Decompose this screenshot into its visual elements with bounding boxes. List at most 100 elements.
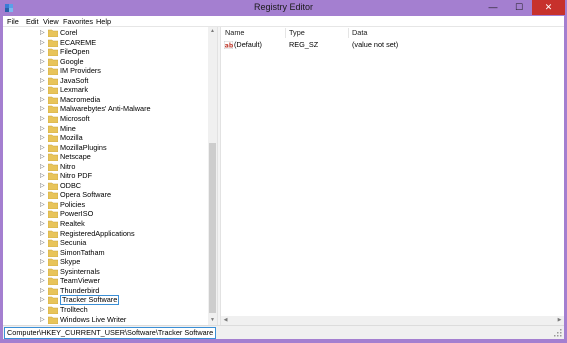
column-divider[interactable] <box>285 28 286 38</box>
folder-icon <box>48 278 58 286</box>
expand-arrow-icon[interactable]: ▷ <box>40 277 46 285</box>
tree-item[interactable]: ▷ Sysinternals <box>3 267 203 277</box>
expand-arrow-icon[interactable]: ▷ <box>40 163 46 171</box>
expand-arrow-icon[interactable]: ▷ <box>40 191 46 199</box>
folder-icon <box>48 58 58 66</box>
tree-item[interactable]: ▷ Thunderbird <box>3 286 203 296</box>
minimize-button[interactable]: — <box>480 0 506 15</box>
tree-item[interactable]: ▷ SimonTatham <box>3 248 203 258</box>
tree-vertical-scrollbar[interactable]: ▲ ▼ <box>208 27 217 325</box>
expand-arrow-icon[interactable]: ▷ <box>40 239 46 247</box>
scroll-left-arrow-icon[interactable]: ◀ <box>221 316 230 325</box>
expand-arrow-icon[interactable]: ▷ <box>40 201 46 209</box>
tree-item[interactable]: ▷ FileOpen <box>3 47 203 57</box>
expand-arrow-icon[interactable]: ▷ <box>40 67 46 75</box>
tree-item[interactable]: ▷ Policies <box>3 200 203 210</box>
expand-arrow-icon[interactable]: ▷ <box>40 115 46 123</box>
value-row[interactable]: ab (Default) REG_SZ (value not set) <box>221 40 564 50</box>
tree-item[interactable]: ▷ PowerISO <box>3 209 203 219</box>
expand-arrow-icon[interactable]: ▷ <box>40 182 46 190</box>
tree-item[interactable]: ▷ Google <box>3 57 203 67</box>
tree-item[interactable]: ▷ Nitro <box>3 162 203 172</box>
expand-arrow-icon[interactable]: ▷ <box>40 230 46 238</box>
tree-item[interactable]: ▷ TeamViewer <box>3 276 203 286</box>
expand-arrow-icon[interactable]: ▷ <box>40 48 46 56</box>
expand-arrow-icon[interactable]: ▷ <box>40 86 46 94</box>
tree-scroll-thumb[interactable] <box>209 143 216 313</box>
folder-icon <box>48 39 58 47</box>
folder-icon <box>48 96 58 104</box>
expand-arrow-icon[interactable]: ▷ <box>40 268 46 276</box>
expand-arrow-icon[interactable]: ▷ <box>40 220 46 228</box>
values-list[interactable]: Name Type Data ab (Default) REG_SZ (valu… <box>221 27 564 325</box>
tree-item[interactable]: ▷ MozillaPlugins <box>3 143 203 153</box>
tree-item[interactable]: ▷ IM Providers <box>3 66 203 76</box>
tree-item-label: Thunderbird <box>60 285 100 295</box>
folder-icon <box>48 144 58 152</box>
expand-arrow-icon[interactable]: ▷ <box>40 296 46 304</box>
tree-item-label: RegisteredApplications <box>60 228 135 238</box>
tree-item[interactable]: ▷ Corel <box>3 28 203 38</box>
title-bar[interactable]: Registry Editor — ☐ ✕ <box>0 0 567 16</box>
menu-file[interactable]: File <box>7 17 19 26</box>
menu-help[interactable]: Help <box>96 17 111 26</box>
menu-view[interactable]: View <box>43 17 59 26</box>
expand-arrow-icon[interactable]: ▷ <box>40 105 46 113</box>
values-horizontal-scrollbar[interactable]: ◀ ▶ <box>221 316 564 325</box>
tree-item[interactable]: ▷ ECAREME <box>3 38 203 48</box>
resize-grip-icon[interactable] <box>554 329 562 337</box>
menu-edit[interactable]: Edit <box>26 17 39 26</box>
folder-icon <box>48 211 58 219</box>
expand-arrow-icon[interactable]: ▷ <box>40 144 46 152</box>
expand-arrow-icon[interactable]: ▷ <box>40 258 46 266</box>
close-button[interactable]: ✕ <box>532 0 565 15</box>
column-header-name[interactable]: Name <box>225 28 244 38</box>
column-header-type[interactable]: Type <box>289 28 305 38</box>
tree-item[interactable]: ▷ Mozilla <box>3 133 203 143</box>
column-header-data[interactable]: Data <box>352 28 367 38</box>
expand-arrow-icon[interactable]: ▷ <box>40 287 46 295</box>
scroll-up-arrow-icon[interactable]: ▲ <box>208 27 217 36</box>
tree-item[interactable]: ▷ RegisteredApplications <box>3 229 203 239</box>
tree-item-label: Realtek <box>60 219 85 228</box>
tree-item[interactable]: ▷ Malwarebytes' Anti-Malware <box>3 104 203 114</box>
tree-item-label: Skype <box>60 257 81 267</box>
tree-item[interactable]: ▷ Microsoft <box>3 114 203 124</box>
maximize-button[interactable]: ☐ <box>506 0 532 15</box>
expand-arrow-icon[interactable]: ▷ <box>40 172 46 180</box>
expand-arrow-icon[interactable]: ▷ <box>40 58 46 66</box>
tree-item[interactable]: ▷ Secunia <box>3 238 203 248</box>
tree-item[interactable]: ▷ Trolltech <box>3 305 203 315</box>
expand-arrow-icon[interactable]: ▷ <box>40 39 46 47</box>
tree-item-label: ECAREME <box>60 37 97 47</box>
expand-arrow-icon[interactable]: ▷ <box>40 210 46 218</box>
registry-tree[interactable]: ▷ Corel ▷ ECAREME ▷ FileOpen ▷ Google ▷ IM Provid… <box>3 27 217 325</box>
column-divider[interactable] <box>348 28 349 38</box>
tree-item[interactable]: ▷ Opera Software <box>3 190 203 200</box>
expand-arrow-icon[interactable]: ▷ <box>40 153 46 161</box>
tree-item[interactable]: ▷ Windows Live Writer <box>3 315 203 325</box>
tree-item-selected[interactable]: ▷ Tracker Software <box>3 295 203 305</box>
tree-item[interactable]: ▷ Mine <box>3 124 203 134</box>
expand-arrow-icon[interactable]: ▷ <box>40 249 46 257</box>
tree-item[interactable]: ▷ Skype <box>3 257 203 267</box>
tree-item[interactable]: ▷ Macromedia <box>3 95 203 105</box>
tree-item[interactable]: ▷ Nitro PDF <box>3 171 203 181</box>
expand-arrow-icon[interactable]: ▷ <box>40 29 46 37</box>
expand-arrow-icon[interactable]: ▷ <box>40 316 46 324</box>
expand-arrow-icon[interactable]: ▷ <box>40 134 46 142</box>
tree-item[interactable]: ▷ Lexmark <box>3 85 203 95</box>
scroll-right-arrow-icon[interactable]: ▶ <box>555 316 564 325</box>
tree-item-label: Microsoft <box>60 113 90 123</box>
expand-arrow-icon[interactable]: ▷ <box>40 77 46 85</box>
tree-item[interactable]: ▷ Netscape <box>3 152 203 162</box>
tree-item[interactable]: ▷ Realtek <box>3 219 203 229</box>
tree-item[interactable]: ▷ JavaSoft <box>3 76 203 86</box>
tree-item-label: Sysinternals <box>60 266 100 276</box>
expand-arrow-icon[interactable]: ▷ <box>40 306 46 314</box>
menu-favorites[interactable]: Favorites <box>63 17 93 26</box>
expand-arrow-icon[interactable]: ▷ <box>40 96 46 104</box>
expand-arrow-icon[interactable]: ▷ <box>40 125 46 133</box>
scroll-down-arrow-icon[interactable]: ▼ <box>208 316 217 325</box>
tree-item[interactable]: ▷ ODBC <box>3 181 203 191</box>
